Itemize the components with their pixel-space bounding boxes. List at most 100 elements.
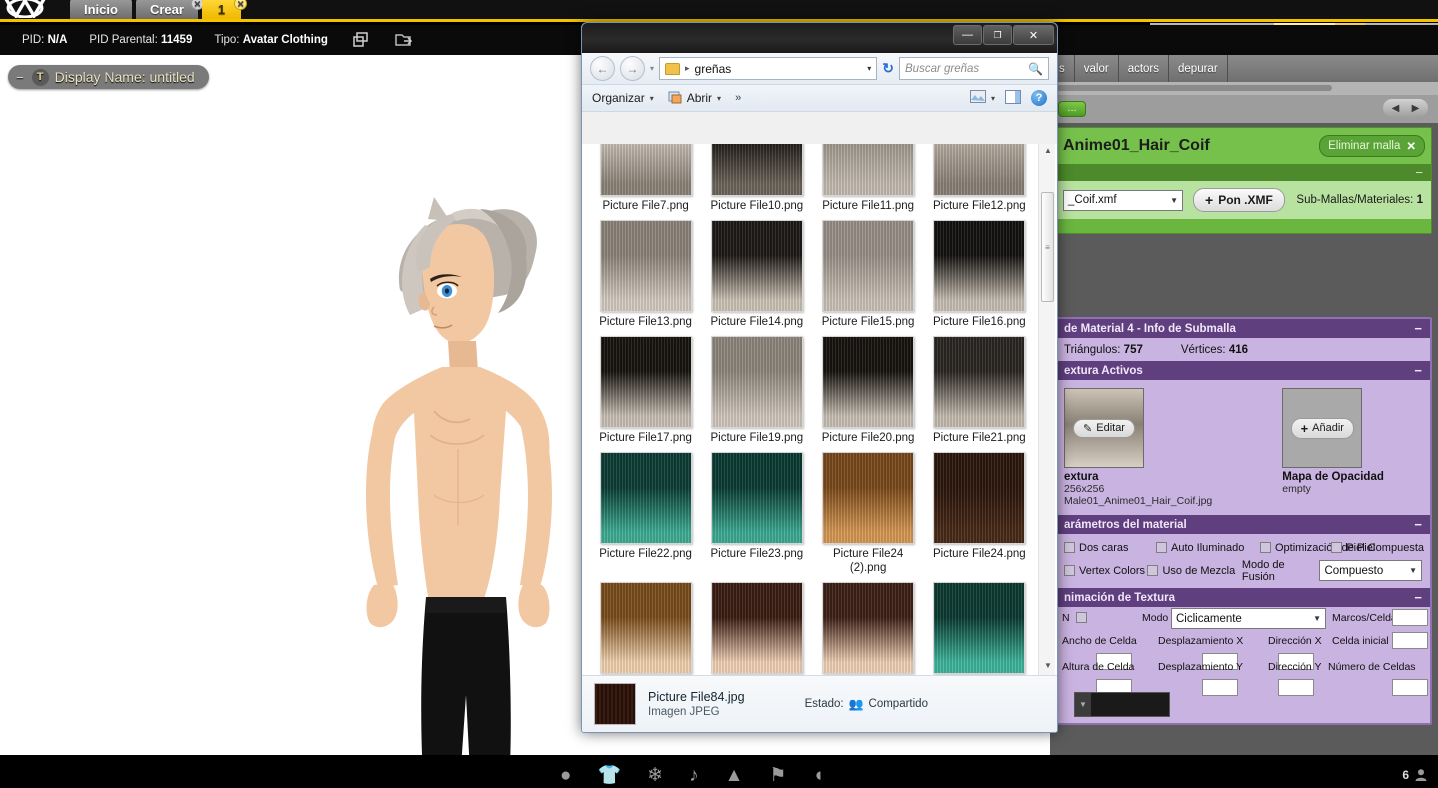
search-input[interactable]: Buscar greñas 🔍 — [899, 57, 1049, 80]
file-thumbnail[interactable] — [822, 582, 915, 674]
checkbox-auto-iluminado[interactable]: Auto Iluminado — [1156, 542, 1260, 554]
file-grid-item[interactable]: Picture File23.png — [701, 447, 812, 577]
file-thumbnail[interactable] — [822, 452, 915, 544]
file-thumbnail[interactable] — [599, 336, 692, 428]
file-grid-item[interactable]: Picture File21.png — [924, 331, 1035, 447]
organize-button[interactable]: Organizar ▾ — [592, 91, 654, 105]
checkbox-piel-compuesta[interactable]: Piel Compuesta — [1331, 542, 1424, 554]
scroll-down-icon[interactable]: ▼ — [1043, 661, 1053, 673]
checkbox-box[interactable] — [1260, 542, 1271, 553]
mesh-collapse-strip[interactable]: − — [1055, 164, 1431, 181]
file-grid-item[interactable]: Picture File19.png — [701, 331, 812, 447]
file-grid-item[interactable]: Picture File27.png — [813, 577, 924, 675]
file-grid-item[interactable]: Picture File7.png — [590, 144, 701, 215]
file-thumbnail[interactable] — [599, 582, 692, 674]
collapse-icon[interactable]: − — [14, 70, 26, 85]
submesh-info-header[interactable]: de Material 4 - Info de Submalla − — [1056, 319, 1430, 338]
file-grid-item[interactable]: Picture File28.png — [924, 577, 1035, 675]
export-folder-icon[interactable] — [394, 31, 416, 49]
minimize-button[interactable]: — — [953, 25, 982, 45]
collapse-icon[interactable]: − — [1414, 321, 1422, 336]
collapse-icon[interactable]: − — [1414, 517, 1422, 532]
open-button[interactable]: Abrir ▾ — [668, 90, 721, 107]
tab-crear[interactable]: Crear ✕ — [135, 0, 204, 19]
checkbox-box[interactable] — [1147, 565, 1159, 576]
opacity-map-thumbnail[interactable]: + Añadir — [1282, 388, 1363, 468]
tab-actors[interactable]: actors — [1119, 55, 1170, 82]
file-grid-item[interactable]: Picture File24 (2).png — [813, 447, 924, 577]
scrollbar-thumb[interactable] — [1052, 85, 1332, 91]
checkbox-dos-caras[interactable]: Dos caras — [1064, 542, 1156, 554]
camera-icon[interactable]: ◖ — [812, 766, 823, 786]
file-grid-item[interactable]: Picture File25.png — [590, 577, 701, 675]
file-thumbnail[interactable] — [710, 582, 803, 674]
refresh-icon[interactable]: ↻ — [882, 60, 894, 77]
file-thumbnail[interactable] — [933, 220, 1026, 312]
file-thumbnail[interactable] — [710, 336, 803, 428]
file-grid-item[interactable]: Picture File24.png — [924, 447, 1035, 577]
anim-num-cells-input[interactable] — [1392, 679, 1428, 696]
file-thumbnail[interactable] — [599, 220, 692, 312]
file-grid-item[interactable]: Picture File17.png — [590, 331, 701, 447]
checkbox-box[interactable] — [1156, 542, 1167, 553]
maximize-button[interactable]: ❐ — [983, 25, 1012, 45]
view-layout-button[interactable]: ▾ — [969, 90, 995, 106]
home-icon[interactable]: ▲ — [725, 766, 744, 786]
explorer-titlebar[interactable]: — ❐ ✕ — [582, 23, 1057, 53]
file-explorer-window[interactable]: — ❐ ✕ ← → ▾ ▸ greñas ▾ ↻ Buscar greñas 🔍 — [581, 22, 1058, 733]
tab-1-close-icon[interactable]: ✕ — [234, 0, 248, 10]
history-dropdown-icon[interactable]: ▾ — [650, 64, 654, 73]
checkbox-box[interactable] — [1064, 565, 1075, 576]
nav-prev-button[interactable]: ◀ — [1386, 100, 1405, 116]
edit-texture-button[interactable]: ✎ Editar — [1073, 418, 1135, 438]
address-bar[interactable]: ▸ greñas ▾ — [659, 57, 878, 80]
tab-inicio[interactable]: Inicio — [70, 0, 132, 19]
file-grid-item[interactable]: Picture File16.png — [924, 215, 1035, 331]
file-grid-item[interactable]: Picture File11.png — [813, 144, 924, 215]
shirt-icon[interactable]: 👕 — [597, 766, 621, 786]
anim-dir-y-input[interactable] — [1278, 679, 1314, 696]
anim-on-checkbox[interactable] — [1076, 612, 1087, 623]
file-thumbnail[interactable] — [599, 452, 692, 544]
file-grid-item[interactable]: Picture File20.png — [813, 331, 924, 447]
anim-offset-y-input[interactable] — [1202, 679, 1238, 696]
nav-next-button[interactable]: ▶ — [1406, 100, 1425, 116]
scroll-up-icon[interactable]: ▲ — [1043, 146, 1053, 158]
texture-animation-header[interactable]: nimación de Textura − — [1056, 588, 1430, 607]
circle-icon[interactable]: ● — [560, 766, 571, 786]
file-thumbnail[interactable] — [822, 336, 915, 428]
chevron-down-icon[interactable]: ▾ — [867, 64, 871, 73]
collapse-icon[interactable]: − — [1414, 590, 1422, 605]
collapse-icon[interactable]: − — [1415, 165, 1423, 180]
tab-depurar[interactable]: depurar — [1169, 55, 1228, 82]
file-thumbnail[interactable] — [933, 452, 1026, 544]
anim-start-cell-input[interactable] — [1392, 632, 1428, 649]
file-grid-item[interactable]: Picture File22.png — [590, 447, 701, 577]
anim-frames-input[interactable] — [1392, 609, 1428, 626]
checkbox-box[interactable] — [1064, 542, 1075, 553]
file-thumbnail[interactable] — [710, 452, 803, 544]
put-xmf-button[interactable]: + Pon .XMF — [1193, 188, 1285, 212]
more-options-button[interactable]: ... — [1058, 101, 1086, 117]
tab-valor[interactable]: valor — [1075, 55, 1119, 82]
file-grid-item[interactable]: Picture File13.png — [590, 215, 701, 331]
file-thumbnail[interactable] — [710, 220, 803, 312]
texture-assets-header[interactable]: extura Activos − — [1056, 361, 1430, 380]
pose-icon[interactable]: ❄ — [647, 766, 663, 786]
remove-mesh-button[interactable]: Eliminar malla ✕ — [1319, 135, 1425, 157]
tab-1[interactable]: 1 ✕ — [201, 0, 248, 19]
file-thumbnail[interactable] — [933, 144, 1026, 196]
blend-mode-select[interactable]: Compuesto ▼ — [1319, 560, 1423, 581]
bottom-black-dropdown[interactable]: ▼ — [1074, 692, 1170, 717]
user-count[interactable]: 6 — [1402, 768, 1428, 782]
file-thumbnail[interactable] — [822, 220, 915, 312]
checkbox-uso-mezcla[interactable]: Uso de Mezcla — [1147, 565, 1241, 577]
chevron-down-icon[interactable]: ▼ — [1075, 693, 1091, 716]
property-horizontal-scrollbar[interactable] — [1050, 82, 1438, 95]
back-button[interactable]: ← — [590, 56, 615, 81]
file-grid-item[interactable]: Picture File12.png — [924, 144, 1035, 215]
anim-mode-select[interactable]: Ciclicamente ▼ — [1171, 608, 1326, 629]
xmf-select[interactable]: _Coif.xmf ▼ — [1063, 189, 1183, 211]
flag-icon[interactable]: ⚑ — [769, 766, 786, 786]
file-thumbnail[interactable] — [710, 144, 803, 196]
